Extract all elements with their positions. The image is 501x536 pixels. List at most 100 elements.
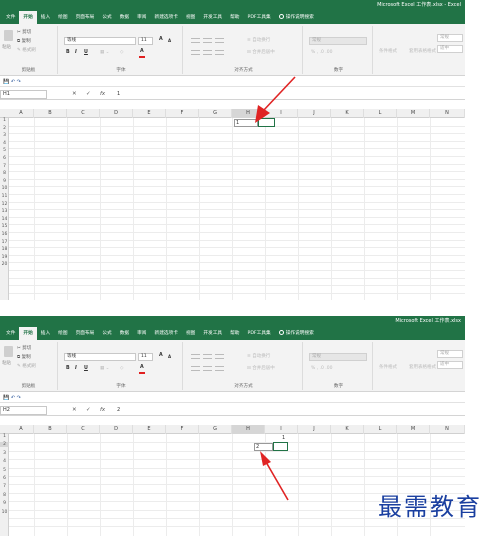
tab-formulas[interactable]: 公式 bbox=[98, 327, 115, 340]
shrink-font-button[interactable]: A bbox=[168, 38, 171, 43]
undo-icon[interactable]: ↶ bbox=[11, 395, 15, 401]
align-middle-icon[interactable] bbox=[203, 38, 212, 43]
column-header[interactable]: C bbox=[67, 425, 100, 434]
row-header[interactable]: 19 bbox=[0, 255, 9, 260]
tell-me-search[interactable]: 操作说明搜索 bbox=[275, 11, 318, 24]
shrink-font-button[interactable]: A bbox=[168, 354, 171, 359]
tab-developer[interactable]: 开发工具 bbox=[199, 11, 226, 24]
row-header[interactable]: 5 bbox=[0, 468, 9, 473]
tab-insert[interactable]: 插入 bbox=[37, 327, 54, 340]
row-header[interactable]: 10 bbox=[0, 510, 9, 515]
conditional-format-button[interactable]: 条件格式 bbox=[379, 364, 397, 370]
tab-view[interactable]: 视图 bbox=[182, 327, 199, 340]
tab-draw[interactable]: 绘图 bbox=[54, 11, 71, 24]
column-header[interactable]: A bbox=[9, 109, 34, 118]
column-header[interactable]: K bbox=[331, 109, 364, 118]
italic-button[interactable]: I bbox=[75, 50, 77, 55]
number-format-select[interactable]: 常规 bbox=[309, 353, 367, 361]
row-header[interactable]: 2 bbox=[0, 442, 9, 448]
grow-font-button[interactable]: A bbox=[159, 353, 163, 358]
paste-icon[interactable] bbox=[4, 30, 13, 41]
row-header[interactable]: 16 bbox=[0, 232, 9, 237]
tab-formulas[interactable]: 公式 bbox=[98, 11, 115, 24]
cancel-icon[interactable]: ✕ bbox=[72, 91, 77, 97]
tab-new-tab[interactable]: 新建选项卡 bbox=[151, 327, 182, 340]
row-header[interactable]: 6 bbox=[0, 476, 9, 481]
row-header[interactable]: 12 bbox=[0, 202, 9, 207]
column-header[interactable]: I bbox=[265, 425, 298, 434]
tab-insert[interactable]: 插入 bbox=[37, 11, 54, 24]
align-top-icon[interactable] bbox=[191, 354, 200, 359]
cut-button[interactable]: ✂ 剪切 bbox=[17, 29, 31, 35]
enter-icon[interactable]: ✓ bbox=[86, 407, 91, 413]
row-header[interactable]: 7 bbox=[0, 484, 9, 489]
align-left-icon[interactable] bbox=[191, 50, 200, 55]
fx-icon[interactable]: fx bbox=[100, 407, 105, 413]
enter-icon[interactable]: ✓ bbox=[86, 91, 91, 97]
redo-icon[interactable]: ↷ bbox=[17, 395, 21, 401]
undo-icon[interactable]: ↶ bbox=[11, 79, 15, 85]
column-header[interactable]: N bbox=[430, 109, 465, 118]
column-header[interactable]: F bbox=[166, 109, 199, 118]
save-icon[interactable]: 💾 bbox=[3, 79, 9, 85]
row-header[interactable]: 11 bbox=[0, 194, 9, 199]
row-header[interactable]: 8 bbox=[0, 493, 9, 498]
row-header[interactable]: 2 bbox=[0, 126, 9, 131]
tab-page-layout[interactable]: 页面布局 bbox=[72, 327, 99, 340]
row-header[interactable]: 13 bbox=[0, 209, 9, 214]
row-header[interactable]: 4 bbox=[0, 459, 9, 464]
column-header[interactable]: G bbox=[199, 425, 232, 434]
column-header[interactable]: M bbox=[397, 425, 430, 434]
column-header[interactable]: C bbox=[67, 109, 100, 118]
bold-button[interactable]: B bbox=[66, 50, 70, 55]
name-box[interactable]: H1 bbox=[0, 90, 47, 99]
column-header[interactable]: J bbox=[298, 425, 331, 434]
wrap-text-button[interactable]: ≡ 自动换行 bbox=[247, 37, 270, 43]
row-header[interactable]: 3 bbox=[0, 451, 9, 456]
underline-button[interactable]: U bbox=[84, 50, 88, 55]
fill-color-icon[interactable]: ◇ bbox=[120, 50, 123, 55]
align-center-icon[interactable] bbox=[203, 50, 212, 55]
row-header[interactable]: 14 bbox=[0, 217, 9, 222]
align-top-icon[interactable] bbox=[191, 38, 200, 43]
grow-font-button[interactable]: A bbox=[159, 37, 163, 42]
cell-style-neutral[interactable]: 适中 bbox=[437, 45, 463, 53]
column-header[interactable]: D bbox=[100, 109, 133, 118]
row-header[interactable]: 7 bbox=[0, 164, 9, 169]
tab-draw[interactable]: 绘图 bbox=[54, 327, 71, 340]
align-right-icon[interactable] bbox=[215, 50, 224, 55]
tell-me-search[interactable]: 操作说明搜索 bbox=[275, 327, 318, 340]
copy-button[interactable]: ⧉ 复制 bbox=[17, 38, 31, 44]
align-bottom-icon[interactable] bbox=[215, 38, 224, 43]
font-color-button[interactable]: A bbox=[140, 49, 144, 54]
row-header[interactable]: 6 bbox=[0, 156, 9, 161]
align-right-icon[interactable] bbox=[215, 366, 224, 371]
save-icon[interactable]: 💾 bbox=[3, 395, 9, 401]
cell-style-neutral[interactable]: 适中 bbox=[437, 361, 463, 369]
row-header[interactable]: 18 bbox=[0, 247, 9, 252]
tab-pdf-tools[interactable]: PDF工具集 bbox=[244, 327, 275, 340]
tab-new-tab[interactable]: 新建选项卡 bbox=[151, 11, 182, 24]
tab-home[interactable]: 开始 bbox=[19, 11, 37, 24]
align-bottom-icon[interactable] bbox=[215, 354, 224, 359]
align-middle-icon[interactable] bbox=[203, 354, 212, 359]
tab-review[interactable]: 审阅 bbox=[133, 11, 150, 24]
column-header[interactable]: G bbox=[199, 109, 232, 118]
align-left-icon[interactable] bbox=[191, 366, 200, 371]
cell-style-normal[interactable]: 常规 bbox=[437, 34, 463, 42]
row-header[interactable]: 3 bbox=[0, 133, 9, 138]
formula-input[interactable]: 2 bbox=[117, 406, 465, 415]
tab-page-layout[interactable]: 页面布局 bbox=[72, 11, 99, 24]
copy-button[interactable]: ⧉ 复制 bbox=[17, 354, 31, 360]
align-center-icon[interactable] bbox=[203, 366, 212, 371]
format-painter-button[interactable]: ✎ 格式刷 bbox=[17, 363, 36, 369]
row-header[interactable]: 10 bbox=[0, 186, 9, 191]
redo-icon[interactable]: ↷ bbox=[17, 79, 21, 85]
font-name-select[interactable]: 等线 bbox=[64, 37, 136, 45]
column-header[interactable]: L bbox=[364, 425, 397, 434]
column-header[interactable]: B bbox=[34, 425, 67, 434]
tab-home[interactable]: 开始 bbox=[19, 327, 37, 340]
row-header[interactable]: 9 bbox=[0, 179, 9, 184]
table-format-button[interactable]: 套用表格格式 bbox=[409, 364, 436, 370]
row-header[interactable]: 4 bbox=[0, 141, 9, 146]
